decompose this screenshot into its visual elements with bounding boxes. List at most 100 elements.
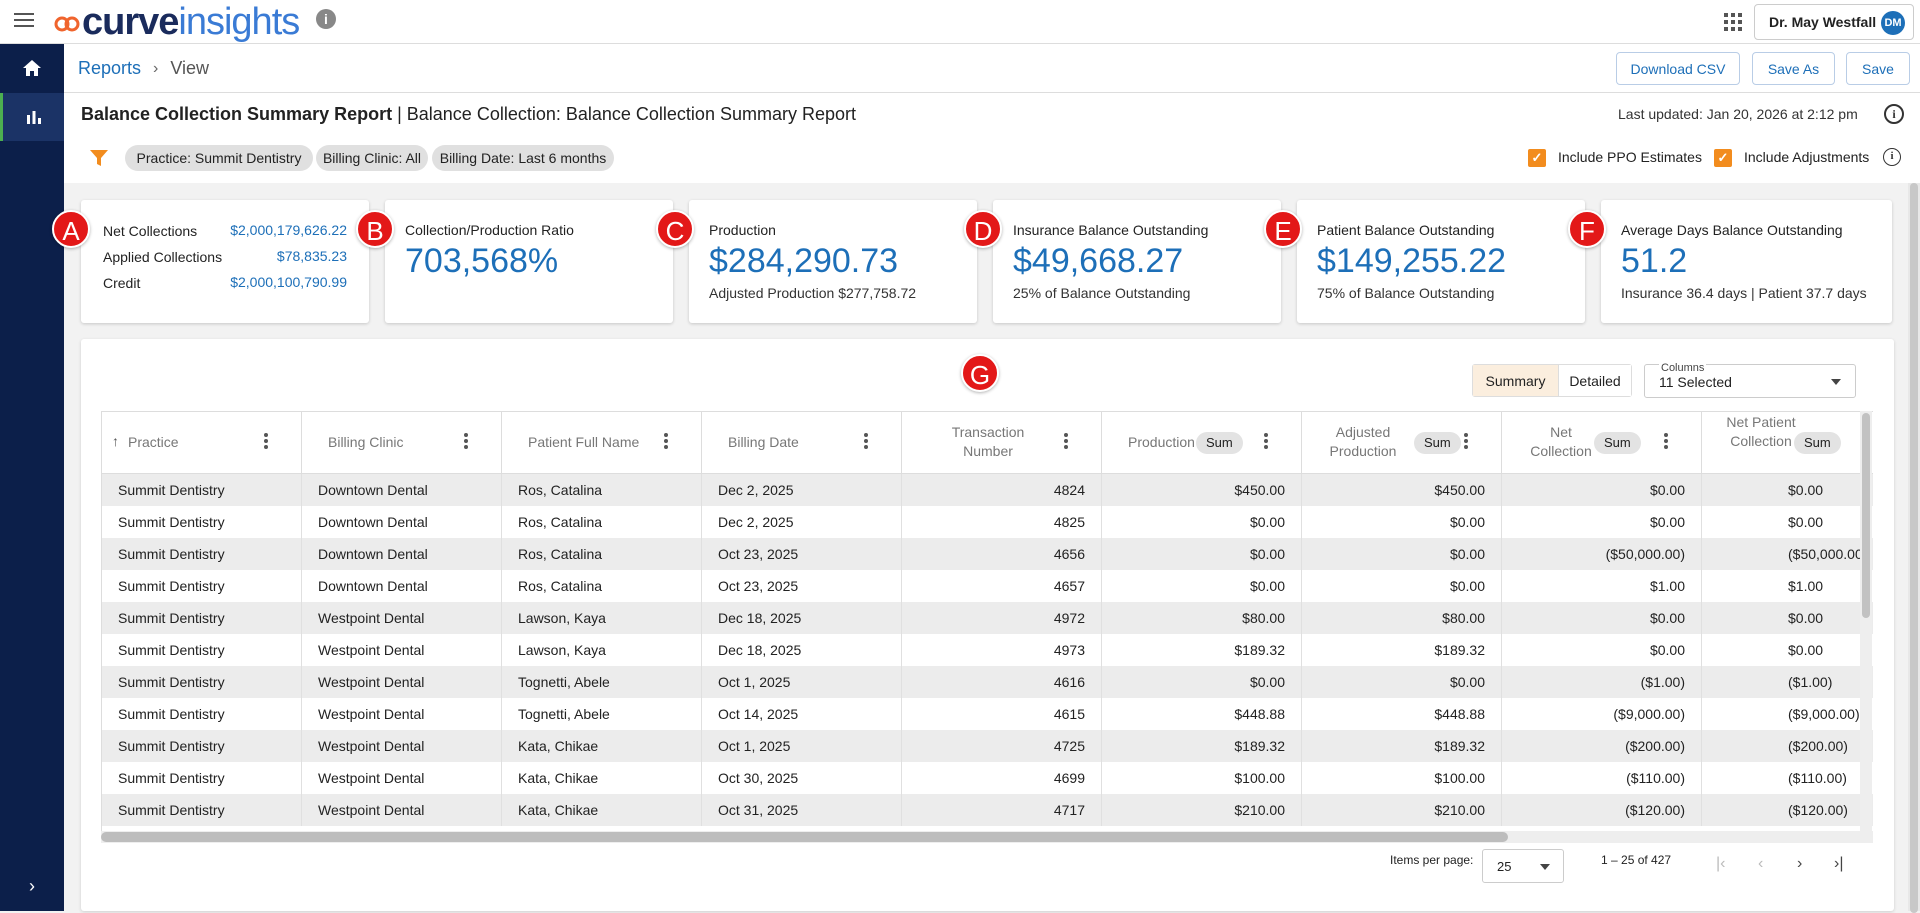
info-icon[interactable]: i: [316, 9, 336, 29]
logo-text-curve: curve: [82, 0, 179, 43]
chevron-down-icon: [1540, 864, 1550, 870]
user-menu-button[interactable]: Dr. May Westfall DM: [1754, 4, 1914, 40]
cell-billing-date: Oct 31, 2025: [702, 794, 902, 826]
detailed-toggle-button[interactable]: Detailed: [1559, 365, 1631, 396]
first-page-icon[interactable]: |‹: [1716, 855, 1725, 873]
cell-patient-name: Ros, Catalina: [502, 538, 702, 570]
annotation-badge-c: C: [656, 210, 694, 248]
breadcrumb-reports-link[interactable]: Reports: [78, 58, 141, 79]
column-header-label: Net Collection: [1530, 424, 1592, 459]
cell-net-collection: ($9,000.00): [1502, 698, 1702, 730]
table-row[interactable]: Summit Dentistry Downtown Dental Ros, Cata…: [102, 538, 1873, 570]
last-updated: Last updated: Jan 20, 2026 at 2:12 pm: [1618, 106, 1858, 122]
expand-nav-chevron-icon[interactable]: ›: [0, 876, 64, 897]
cell-adjusted-production: $450.00: [1302, 474, 1502, 506]
column-header-practice[interactable]: ↑ Practice: [102, 412, 302, 474]
sum-chip[interactable]: Sum: [1594, 432, 1641, 454]
filter-chip-billing-clinic[interactable]: Billing Clinic: All: [316, 145, 428, 171]
cell-adjusted-production: $448.88: [1302, 698, 1502, 730]
column-header-patient-name[interactable]: Patient Full Name: [502, 412, 702, 474]
page-scrollbar[interactable]: [1908, 183, 1920, 913]
filter-icon[interactable]: [90, 150, 108, 166]
column-header-label: Practice: [128, 434, 179, 450]
include-ppo-checkbox[interactable]: ✓: [1528, 149, 1546, 167]
nav-home[interactable]: [0, 44, 64, 92]
table-horizontal-scrollbar[interactable]: [101, 831, 1873, 843]
cell-adjusted-production: $189.32: [1302, 634, 1502, 666]
table-row[interactable]: Summit Dentistry Westpoint Dental Kata, Ch…: [102, 794, 1873, 826]
table-row[interactable]: Summit Dentistry Westpoint Dental Tognetti…: [102, 666, 1873, 698]
cell-patient-name: Ros, Catalina: [502, 506, 702, 538]
filter-chip-practice[interactable]: Practice: Summit Dentistry: [125, 145, 313, 171]
column-menu-icon[interactable]: [1664, 433, 1668, 451]
cell-net-patient-collection: $0.00: [1702, 506, 1873, 538]
kpi-card-patient-balance: Patient Balance Outstanding $149,255.22 …: [1297, 200, 1585, 323]
kpi-value: $49,668.27: [1013, 242, 1184, 280]
column-header-billing-date[interactable]: Billing Date: [702, 412, 902, 474]
next-page-icon[interactable]: ›: [1797, 855, 1802, 873]
previous-page-icon[interactable]: ‹: [1758, 855, 1763, 873]
table-vertical-scrollbar[interactable]: [1860, 411, 1872, 831]
items-per-page-select[interactable]: 25: [1482, 849, 1564, 883]
table-row[interactable]: Summit Dentistry Westpoint Dental Lawson, …: [102, 602, 1873, 634]
sum-chip[interactable]: Sum: [1196, 432, 1243, 454]
column-menu-icon[interactable]: [264, 433, 268, 451]
cell-billing-date: Dec 18, 2025: [702, 634, 902, 666]
logo[interactable]: curve insights: [54, 0, 300, 43]
sum-chip[interactable]: Sum: [1794, 432, 1841, 454]
table-row[interactable]: Summit Dentistry Westpoint Dental Kata, Ch…: [102, 762, 1873, 794]
column-header-billing-clinic[interactable]: Billing Clinic: [302, 412, 502, 474]
include-adjustments-checkbox[interactable]: ✓: [1714, 149, 1732, 167]
last-page-icon[interactable]: ›|: [1834, 855, 1843, 873]
save-button[interactable]: Save: [1846, 52, 1910, 85]
cell-billing-clinic: Downtown Dental: [302, 506, 502, 538]
kpi-label: Production: [709, 222, 776, 238]
cell-transaction-number: 4973: [902, 634, 1102, 666]
menu-icon[interactable]: [14, 13, 34, 29]
column-header-production[interactable]: Production Sum: [1102, 412, 1302, 474]
cell-production: $80.00: [1102, 602, 1302, 634]
kpi-label: Patient Balance Outstanding: [1317, 222, 1495, 238]
sort-ascending-icon[interactable]: ↑: [112, 432, 119, 451]
logo-text-insights: insights: [178, 0, 300, 43]
cell-billing-date: Oct 23, 2025: [702, 570, 902, 602]
column-menu-icon[interactable]: [1064, 433, 1068, 451]
column-header-transaction-number[interactable]: Transaction Number: [902, 412, 1102, 474]
table-row[interactable]: Summit Dentistry Westpoint Dental Kata, Ch…: [102, 730, 1873, 762]
view-toggle: Summary Detailed: [1472, 364, 1632, 397]
table-row[interactable]: Summit Dentistry Westpoint Dental Tognetti…: [102, 698, 1873, 730]
data-table: ↑ Practice Billing Clinic Patient Full N…: [101, 411, 1873, 843]
column-header-adjusted-production[interactable]: Adjusted Production Sum: [1302, 412, 1502, 474]
info-icon[interactable]: i: [1884, 104, 1904, 124]
table-row[interactable]: Summit Dentistry Downtown Dental Ros, Cata…: [102, 474, 1873, 506]
save-as-button[interactable]: Save As: [1752, 52, 1835, 85]
chevron-down-icon: [1831, 379, 1841, 385]
column-menu-icon[interactable]: [664, 433, 668, 451]
column-menu-icon[interactable]: [464, 433, 468, 451]
annotation-badge-e: E: [1264, 210, 1302, 248]
download-csv-button[interactable]: Download CSV: [1616, 52, 1740, 85]
cell-billing-date: Oct 1, 2025: [702, 730, 902, 762]
sum-chip[interactable]: Sum: [1414, 432, 1461, 454]
cell-practice: Summit Dentistry: [102, 538, 302, 570]
column-menu-icon[interactable]: [1464, 433, 1468, 451]
table-row[interactable]: Summit Dentistry Downtown Dental Ros, Cata…: [102, 570, 1873, 602]
column-header-net-patient-collection[interactable]: Net Patient Collection Sum: [1702, 412, 1873, 474]
table-row[interactable]: Summit Dentistry Downtown Dental Ros, Cata…: [102, 506, 1873, 538]
columns-select[interactable]: Columns 11 Selected: [1644, 362, 1856, 398]
nav-reports[interactable]: [0, 93, 64, 141]
annotation-badge-g: G: [961, 354, 999, 392]
page-title: Balance Collection Summary Report | Bala…: [81, 104, 856, 125]
kpi-value: $149,255.22: [1317, 242, 1507, 280]
column-menu-icon[interactable]: [1264, 433, 1268, 451]
adjustments-info-icon[interactable]: i: [1883, 148, 1901, 166]
column-header-label: Adjusted Production: [1329, 424, 1397, 459]
cell-billing-clinic: Downtown Dental: [302, 570, 502, 602]
table-row[interactable]: Summit Dentistry Westpoint Dental Lawson, …: [102, 634, 1873, 666]
apps-grid-icon[interactable]: [1724, 13, 1742, 31]
cell-net-collection: ($120.00): [1502, 794, 1702, 826]
summary-toggle-button[interactable]: Summary: [1473, 365, 1559, 396]
column-menu-icon[interactable]: [864, 433, 868, 451]
filter-chip-billing-date[interactable]: Billing Date: Last 6 months: [432, 145, 614, 171]
column-header-net-collection[interactable]: Net Collection Sum: [1502, 412, 1702, 474]
